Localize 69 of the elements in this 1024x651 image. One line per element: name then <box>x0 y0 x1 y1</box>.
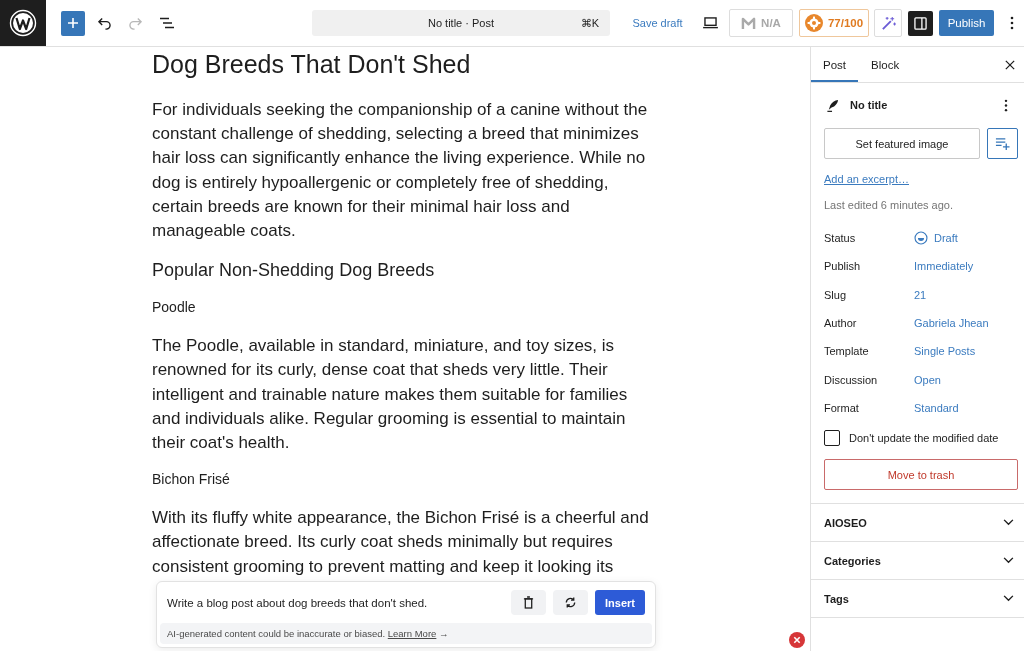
sidebar-panel-icon <box>914 16 927 30</box>
redo-icon <box>127 16 143 30</box>
plus-icon <box>67 17 79 29</box>
add-block-button[interactable] <box>61 10 85 36</box>
site-logo-icon[interactable] <box>0 0 46 46</box>
field-label: Slug <box>824 288 848 301</box>
magic-wand-icon <box>880 15 896 31</box>
ai-assistant-button[interactable] <box>874 9 902 37</box>
refresh-icon <box>564 596 577 609</box>
more-vertical-icon <box>1004 98 1008 112</box>
shortcut-hint: ⌘K <box>580 16 599 30</box>
x-circle-icon[interactable] <box>789 632 805 648</box>
trash-icon <box>523 596 534 609</box>
sidebar-tab[interactable]: Post <box>811 47 858 82</box>
settings-sidebar-toggle[interactable] <box>908 10 933 36</box>
field-value-link[interactable]: Open <box>914 373 941 386</box>
half-circle-icon <box>914 231 928 246</box>
heading: Popular Non-Shedding Dog Breeds <box>152 259 436 283</box>
move-to-trash-button[interactable]: Move to trash <box>824 459 1018 491</box>
paragraph: For individuals seeking the companionship of a canine without the constant challenge of shedding, selecting a breed that minimizes hair loss can significantly enhance the living experience. While no dog is entirely hypoallergenic or completely free of shedding, certain breeds are known for their minimal hair loss and manageable coats. <box>152 99 649 242</box>
close-icon <box>1005 59 1015 70</box>
disclaimer-text: AI-generated content could be inaccurate or biased. Learn More → <box>167 628 449 639</box>
checkbox[interactable] <box>824 430 840 447</box>
post-title: Dog Breeds That Don't Shed <box>152 49 472 80</box>
panel-header[interactable]: Tags <box>811 580 1024 619</box>
checkbox-label: Don't update the modified date <box>849 432 999 445</box>
insert-button[interactable]: Insert <box>595 590 645 615</box>
prompt-text: Write a blog post about dog breeds that don't shed. <box>167 596 429 609</box>
paragraph: With its fluffy white appearance, the Bichon Frisé is a cheerful and affectionate breed. Its curly coat sheds minimally but requires consistent grooming to prevent matting and keep it looking its <box>152 507 650 578</box>
field-label: Status <box>824 232 857 245</box>
field-label: Discussion <box>824 373 879 386</box>
add-excerpt-link[interactable]: Add an excerpt… <box>824 173 909 185</box>
regenerate-button[interactable] <box>553 590 588 615</box>
seo-score-button[interactable]: 77/100 <box>799 9 869 37</box>
laptop-icon <box>701 17 719 29</box>
command-bar[interactable]: No title · Post ⌘K <box>312 10 610 36</box>
panel-header[interactable]: Categories <box>811 542 1024 581</box>
field-value-link[interactable]: 21 <box>914 288 927 301</box>
field-label: Format <box>824 402 860 415</box>
readability-button[interactable]: N/A <box>729 9 793 37</box>
status-link[interactable]: Draft <box>914 231 958 246</box>
learn-more-link[interactable]: Learn More <box>387 628 437 639</box>
m-shape-icon <box>741 16 757 30</box>
pen-icon <box>826 98 839 112</box>
field-value-link[interactable]: Immediately <box>914 260 974 273</box>
list-plus-icon <box>995 136 1010 151</box>
field-label: Template <box>824 345 870 358</box>
undo-icon <box>96 16 112 30</box>
set-featured-image-button[interactable]: Set featured image <box>824 128 980 159</box>
subheading: Poodle <box>152 298 197 318</box>
save-draft-button[interactable]: Save draft <box>631 10 684 36</box>
more-vertical-icon <box>1010 16 1014 30</box>
sidebar-tab[interactable]: Block <box>858 47 913 82</box>
subheading: Bichon Frisé <box>152 470 231 490</box>
paragraph: The Poodle, available in standard, miniature, and toy sizes, is renowned for its curly, dense coat that sheds very little. Their intelligent and trainable nature makes them suitable for families and individuals alike. Regular grooming is essential to maintain their coat's health. <box>152 335 629 455</box>
post-title-label: No title <box>850 99 888 111</box>
last-edited-text: Last edited 6 minutes ago. <box>824 198 955 212</box>
discard-button[interactable] <box>511 590 546 615</box>
gear-badge-icon <box>804 14 823 32</box>
document-title: No title · Post <box>428 17 494 29</box>
field-label: Author <box>824 317 858 330</box>
field-value-link[interactable]: Standard <box>914 402 959 415</box>
panel-header[interactable]: AIOSEO <box>811 504 1024 543</box>
field-value-link[interactable]: Single Posts <box>914 345 976 358</box>
field-label: Publish <box>824 260 862 273</box>
list-view-icon <box>159 17 175 29</box>
add-template-button[interactable] <box>987 128 1018 159</box>
field-value-link[interactable]: Gabriela Jhean <box>914 317 989 330</box>
publish-button[interactable]: Publish <box>939 10 994 36</box>
